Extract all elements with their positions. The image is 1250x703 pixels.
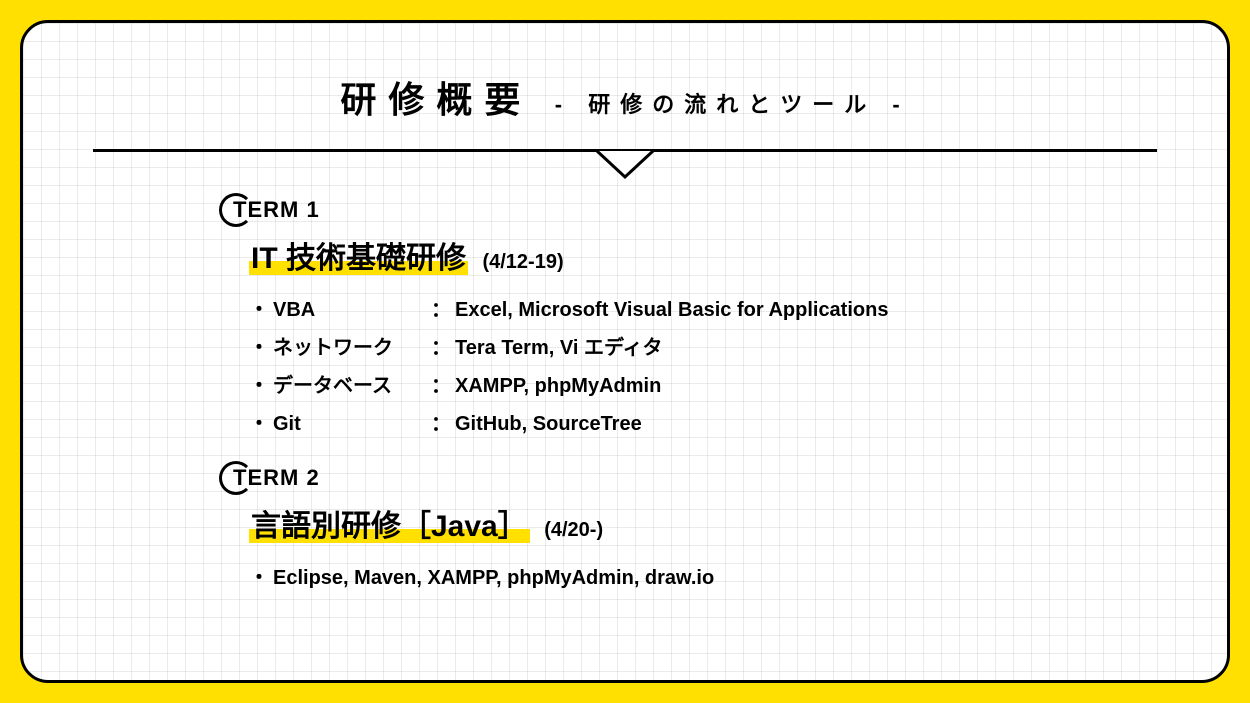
page-title: 研修概要: [340, 71, 532, 123]
list-item: ・Eclipse, Maven, XAMPP, phpMyAdmin, draw…: [249, 559, 1157, 597]
item-value: XAMPP, phpMyAdmin: [455, 375, 661, 397]
section-date: (4/12-19): [482, 251, 563, 273]
section-heading: 言語別研修［Java］ (4/20-): [249, 501, 1157, 545]
body: TERM 1 IT 技術基礎研修 (4/12-19) ・VBA：Excel, M…: [93, 197, 1157, 597]
bullet-icon: ・: [249, 337, 269, 359]
term-block-2: TERM 2 言語別研修［Java］ (4/20-) ・Eclipse, Mav…: [223, 465, 1157, 597]
item-value: GitHub, SourceTree: [455, 413, 642, 435]
chevron-down-icon: [595, 149, 655, 183]
bullet-icon: ・: [249, 299, 269, 321]
item-value: Eclipse, Maven, XAMPP, phpMyAdmin, draw.…: [273, 567, 714, 589]
item-label: VBA: [273, 291, 431, 329]
item-value: Excel, Microsoft Visual Basic for Applic…: [455, 299, 888, 321]
item-label: Git: [273, 405, 431, 443]
term-label: TERM 1: [223, 197, 320, 223]
list-item: ・データベース：XAMPP, phpMyAdmin: [249, 367, 1157, 405]
section-title: IT 技術基礎研修: [249, 242, 468, 275]
bullet-icon: ・: [249, 567, 269, 589]
title-row: 研修概要 - 研修の流れとツール -: [93, 71, 1157, 123]
slide-content: 研修概要 - 研修の流れとツール - TERM 1 IT 技術基礎研修 (4/1…: [23, 23, 1227, 649]
term-label: TERM 2: [223, 465, 320, 491]
colon: ：: [431, 299, 451, 321]
bullet-icon: ・: [249, 375, 269, 397]
list-item: ・Git：GitHub, SourceTree: [249, 405, 1157, 443]
item-value: Tera Term, Vi エディタ: [455, 337, 663, 359]
list-item: ・ネットワーク：Tera Term, Vi エディタ: [249, 329, 1157, 367]
item-list: ・Eclipse, Maven, XAMPP, phpMyAdmin, draw…: [249, 559, 1157, 597]
item-label: ネットワーク: [273, 329, 431, 367]
colon: ：: [431, 375, 451, 397]
colon: ：: [431, 413, 451, 435]
bullet-icon: ・: [249, 413, 269, 435]
section-date: (4/20-): [544, 519, 603, 541]
colon: ：: [431, 337, 451, 359]
item-label: データベース: [273, 367, 431, 405]
list-item: ・VBA：Excel, Microsoft Visual Basic for A…: [249, 291, 1157, 329]
section-heading: IT 技術基礎研修 (4/12-19): [249, 233, 1157, 277]
slide-frame: 研修概要 - 研修の流れとツール - TERM 1 IT 技術基礎研修 (4/1…: [20, 20, 1230, 683]
term-block-1: TERM 1 IT 技術基礎研修 (4/12-19) ・VBA：Excel, M…: [223, 197, 1157, 443]
item-list: ・VBA：Excel, Microsoft Visual Basic for A…: [249, 291, 1157, 443]
divider: [93, 145, 1157, 181]
section-title: 言語別研修［Java］: [249, 510, 530, 543]
page-subtitle: - 研修の流れとツール -: [555, 87, 910, 119]
